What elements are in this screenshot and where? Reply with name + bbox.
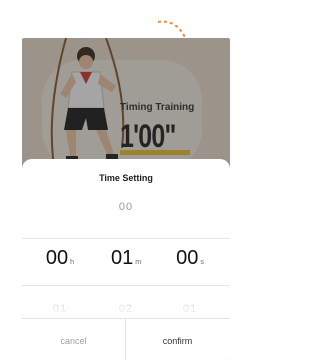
seconds-unit: s [200, 259, 204, 266]
cancel-button[interactable]: cancel [22, 319, 125, 360]
minutes-unit: m [135, 259, 142, 266]
picker-fade [22, 287, 230, 315]
app-screen: Timing Training 1'00" Time Setting 00 h 0… [22, 38, 230, 360]
sheet-footer: cancel confirm [22, 318, 230, 360]
time-picker: 00h 01 00 01m 02 00s 01 [22, 199, 230, 315]
hours-unit: h [70, 259, 75, 266]
hours-selected-value: 00 [45, 247, 69, 269]
time-setting-sheet: Time Setting 00h 01 00 01m 02 00s 01 [22, 159, 230, 360]
confirm-button[interactable]: confirm [126, 319, 229, 360]
minutes-selected-value: 01 [110, 247, 134, 269]
hours-selected[interactable]: 00 h [30, 247, 90, 270]
minutes-above-value: 00 [118, 201, 134, 213]
minutes-selected[interactable]: 01 m [96, 247, 156, 270]
seconds-selected-value: 00 [176, 247, 199, 269]
sheet-title: Time Setting [99, 173, 153, 183]
seconds-selected[interactable]: 00 s [160, 247, 220, 270]
